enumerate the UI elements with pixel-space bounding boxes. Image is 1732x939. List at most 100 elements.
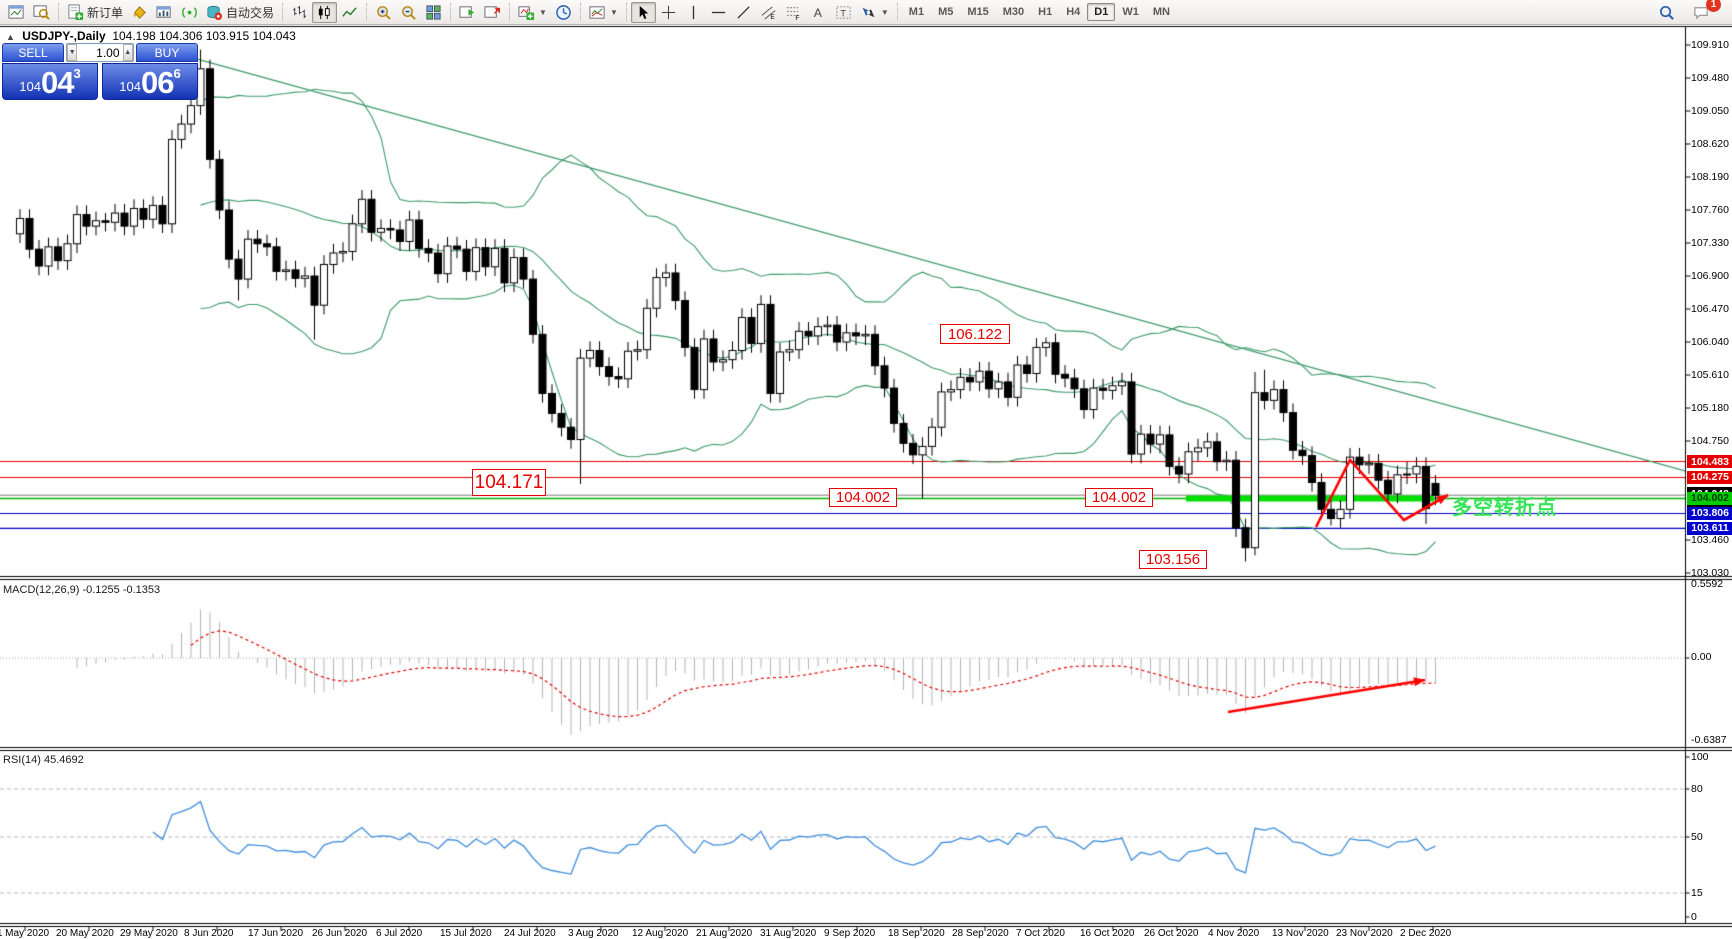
chart-profiles-button[interactable] xyxy=(152,2,177,23)
zoom-in-button[interactable] xyxy=(371,2,396,23)
price-tick-label: 103.460 xyxy=(1691,534,1729,546)
price-chart-canvas[interactable] xyxy=(0,0,1732,939)
one-click-trading-panel: SELL ▼ ▲ BUY 104 04 3 104 06 6 xyxy=(2,43,198,100)
candlestick-chart-button[interactable] xyxy=(312,2,337,23)
timeframe-mn[interactable]: MN xyxy=(1146,3,1177,21)
price-tick-label: 108.620 xyxy=(1691,138,1729,150)
date-tick-label: 29 May 2020 xyxy=(120,928,178,939)
timeframe-d1[interactable]: D1 xyxy=(1087,3,1115,21)
price-tick-label: 109.910 xyxy=(1691,39,1729,51)
cn-turning-point-note[interactable]: 多空转折点 xyxy=(1452,491,1557,520)
volume-decrease-button[interactable]: ▼ xyxy=(67,44,77,61)
auto-trading-label: 自动交易 xyxy=(226,4,274,21)
price-level-box: 103.611 xyxy=(1687,522,1732,535)
line-chart-button[interactable] xyxy=(337,2,362,23)
timeframe-m5[interactable]: M5 xyxy=(931,3,960,21)
chart-shift-button[interactable] xyxy=(480,2,505,23)
timeframe-h4[interactable]: H4 xyxy=(1059,3,1087,21)
price-tick-label: 106.040 xyxy=(1691,336,1729,348)
date-tick-label: 17 Jun 2020 xyxy=(248,928,303,939)
dropdown-caret-icon: ▼ xyxy=(881,8,889,17)
auto-scroll-button[interactable] xyxy=(455,2,480,23)
price-annotation[interactable]: 104.171 xyxy=(472,469,546,496)
trendline-icon xyxy=(735,4,752,21)
macd-label: MACD(12,26,9) -0.1255 -0.1353 xyxy=(3,584,160,596)
cursor-tool-button[interactable] xyxy=(631,2,656,23)
zoom-in-icon xyxy=(375,4,392,21)
data-window-button[interactable] xyxy=(29,2,54,23)
volume-increase-button[interactable]: ▲ xyxy=(123,44,133,61)
arrows-tool-button[interactable]: ▼ xyxy=(856,2,893,23)
period-button[interactable] xyxy=(551,2,576,23)
price-level-box: 104.002 xyxy=(1687,492,1732,505)
line-chart-icon xyxy=(341,4,358,21)
date-tick-label: 23 Nov 2020 xyxy=(1336,928,1393,939)
svg-text:F: F xyxy=(795,15,799,21)
horizontal-line-tool-button[interactable] xyxy=(706,2,731,23)
price-level-box: 104.275 xyxy=(1687,471,1732,484)
price-level-box: 104.483 xyxy=(1687,455,1732,468)
price-annotation[interactable]: 104.002 xyxy=(1085,488,1153,507)
fibonacci-tool-button[interactable]: F xyxy=(781,2,806,23)
volume-input[interactable] xyxy=(77,44,122,61)
price-annotation[interactable]: 103.156 xyxy=(1139,550,1207,569)
paint-bucket-icon xyxy=(131,4,148,21)
rsi-tick-label: 15 xyxy=(1691,887,1703,899)
text-tool-button[interactable]: A xyxy=(806,2,831,23)
timeframe-h1[interactable]: H1 xyxy=(1031,3,1059,21)
rsi-tick-label: 50 xyxy=(1691,831,1703,843)
price-annotation[interactable]: 104.002 xyxy=(829,488,897,507)
timeframe-w1[interactable]: W1 xyxy=(1115,3,1146,21)
buy-price-panel[interactable]: 104 06 6 xyxy=(102,63,198,100)
chart-profile-icon xyxy=(156,4,173,21)
vertical-line-tool-button[interactable] xyxy=(681,2,706,23)
candles-chart-icon xyxy=(316,4,333,21)
buy-button[interactable]: BUY xyxy=(136,43,198,62)
indicator-list-button[interactable]: ▼ xyxy=(585,2,622,23)
text-label-tool-button[interactable]: T xyxy=(831,2,856,23)
signals-button[interactable] xyxy=(177,2,202,23)
price-annotation[interactable]: 106.122 xyxy=(940,324,1010,344)
crosshair-tool-button[interactable] xyxy=(656,2,681,23)
clock-icon xyxy=(555,4,572,21)
date-tick-label: 26 Oct 2020 xyxy=(1144,928,1198,939)
timeframe-m15[interactable]: M15 xyxy=(960,3,995,21)
toolbar-separator xyxy=(450,3,451,21)
auto-trading-button[interactable]: 自动交易 xyxy=(202,2,278,23)
equidistant-channel-icon: E xyxy=(760,4,777,21)
add-indicator-button[interactable]: ▼ xyxy=(514,2,551,23)
chart-shift-icon xyxy=(484,4,501,21)
bar-chart-button[interactable] xyxy=(287,2,312,23)
toolbar-separator xyxy=(580,3,581,21)
notifications-button[interactable]: 1 xyxy=(1689,2,1714,23)
date-tick-label: 9 Sep 2020 xyxy=(824,928,875,939)
rsi-label: RSI(14) 45.4692 xyxy=(3,754,84,766)
sell-price-pip: 3 xyxy=(73,66,80,81)
sell-price-panel[interactable]: 104 04 3 xyxy=(2,63,98,100)
tile-windows-button[interactable] xyxy=(421,2,446,23)
main-toolbar: 新订单 自动交易 ▼ xyxy=(0,0,1732,25)
channel-tool-button[interactable]: E xyxy=(756,2,781,23)
new-order-icon xyxy=(67,4,84,21)
svg-text:T: T xyxy=(840,8,846,19)
chart-styles-button[interactable] xyxy=(127,2,152,23)
zoom-out-button[interactable] xyxy=(396,2,421,23)
search-icon xyxy=(1658,4,1675,21)
horizontal-line-icon xyxy=(710,4,727,21)
crosshair-icon xyxy=(660,4,677,21)
timeframe-m30[interactable]: M30 xyxy=(996,3,1031,21)
macd-scale-zero: 0.00 xyxy=(1691,651,1711,663)
auto-scroll-icon xyxy=(459,4,476,21)
trendline-tool-button[interactable] xyxy=(731,2,756,23)
date-tick-label: 13 Nov 2020 xyxy=(1272,928,1329,939)
date-tick-label: 6 Jul 2020 xyxy=(376,928,422,939)
macd-scale-min: -0.6387 xyxy=(1691,734,1727,746)
search-button[interactable] xyxy=(1654,2,1679,23)
new-order-button[interactable]: 新订单 xyxy=(63,2,127,23)
timeframe-m1[interactable]: M1 xyxy=(902,3,931,21)
uptick-triangle-icon: ▲ xyxy=(6,32,15,42)
tile-windows-icon xyxy=(425,4,442,21)
notification-badge: 1 xyxy=(1706,0,1721,12)
sell-button[interactable]: SELL xyxy=(2,43,64,62)
new-chart-button[interactable] xyxy=(4,2,29,23)
